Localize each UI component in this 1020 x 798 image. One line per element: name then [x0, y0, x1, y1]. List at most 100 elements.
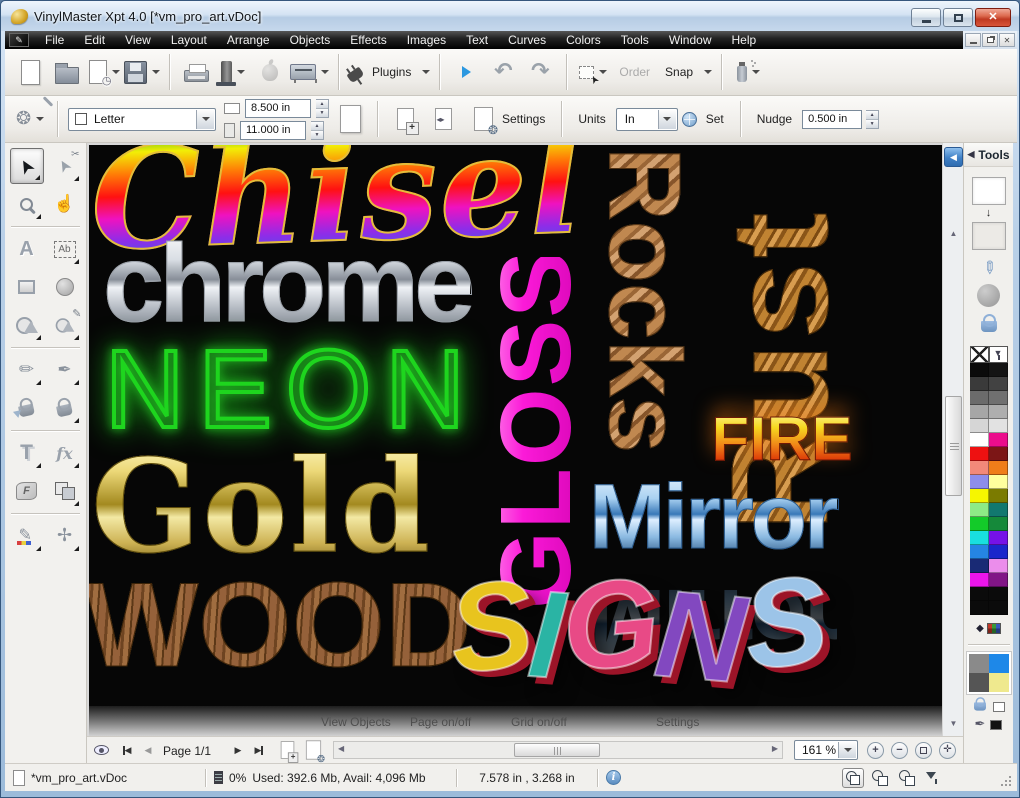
palette-swatch-0-0[interactable] [970, 363, 989, 377]
scroll-down-icon[interactable]: ▼ [943, 719, 964, 728]
palette-swatch-4-1[interactable] [989, 419, 1008, 433]
palette-swatch-1-0[interactable] [970, 377, 989, 391]
import-button[interactable] [87, 51, 121, 93]
pan-view-button[interactable]: ✛ [939, 740, 956, 760]
menu-objects[interactable]: Objects [280, 31, 341, 49]
vertical-scrollbar[interactable]: ◀ ▲ ▼ [942, 143, 963, 736]
weld-tool-button[interactable] [48, 473, 82, 509]
palette-swatch-15-1[interactable] [989, 573, 1008, 587]
page-options-button[interactable] [301, 740, 325, 760]
window-minimize-button[interactable] [911, 8, 941, 27]
fill-bucket-icon[interactable] [981, 321, 997, 332]
menu-help[interactable]: Help [722, 31, 767, 49]
view-mode-wireframe-button[interactable] [842, 768, 864, 788]
scroll-left-icon[interactable]: ◀ [338, 744, 344, 753]
airbrush-button[interactable] [731, 51, 765, 93]
menu-arrange[interactable]: Arrange [217, 31, 280, 49]
text-effects-tool-button[interactable]: T [10, 435, 44, 471]
palette-swatch-4-0[interactable] [970, 419, 989, 433]
resize-grip[interactable] [1000, 775, 1011, 786]
document-close-button[interactable]: ✕ [999, 33, 1015, 47]
plotter-button[interactable] [290, 51, 329, 93]
palette-swatch-14-1[interactable] [989, 559, 1008, 573]
nudge-stepper[interactable]: ▲▼ [866, 110, 879, 129]
palette-swatch-0-1[interactable] [989, 363, 1008, 377]
document-minimize-button[interactable] [965, 33, 981, 47]
palette-swatch-2-1[interactable] [989, 391, 1008, 405]
view-mode-outline-button[interactable] [869, 768, 891, 788]
stylize-tool-button[interactable] [10, 518, 44, 554]
units-dropdown-button[interactable] [658, 110, 676, 129]
effects-tool-button[interactable]: fx [48, 435, 82, 471]
palette-swatch-10-1[interactable] [989, 503, 1008, 517]
art-gold[interactable]: Gold [91, 443, 432, 571]
palette-selector[interactable]: ◆ [976, 623, 1001, 634]
stroke-indicator-icon[interactable]: ✒ [975, 718, 986, 731]
menu-images[interactable]: Images [397, 31, 456, 49]
cut-vinyl-button[interactable] [216, 51, 250, 93]
menu-layout[interactable]: Layout [161, 31, 217, 49]
pan-tool-button[interactable]: ☝ [48, 186, 82, 222]
shapes-tool-button[interactable] [10, 307, 44, 343]
palette-swatch-7-1[interactable] [989, 461, 1008, 475]
ellipse-tool-button[interactable] [48, 269, 82, 305]
art-neon[interactable]: NEON [105, 335, 479, 445]
design-canvas[interactable]: Chisel chrome NEON Gold WOOD Rocks Rust … [87, 143, 942, 736]
zoom-out-button[interactable]: − [891, 740, 908, 760]
pen-tool-button[interactable]: ✒ [48, 352, 82, 388]
add-page-button[interactable] [388, 98, 422, 140]
art-rocks[interactable]: Rocks [583, 147, 701, 484]
save-button[interactable] [124, 51, 160, 93]
page-setup-button[interactable]: ❂ [13, 98, 47, 140]
palette-swatch-11-0[interactable] [970, 517, 989, 531]
zoom-level-select[interactable]: 161 % [794, 740, 858, 760]
previous-page-button[interactable]: ◀ [139, 740, 157, 760]
palette-swatch-5-0[interactable] [970, 433, 989, 447]
menu-text[interactable]: Text [456, 31, 498, 49]
palette-swatch-17-0[interactable] [970, 601, 989, 615]
last-page-button[interactable]: ▶ [249, 740, 269, 760]
preview-swatch[interactable] [989, 673, 1009, 692]
vertical-scroll-thumb[interactable] [945, 396, 962, 496]
fill-pour-tool-button[interactable] [10, 390, 44, 426]
quick-page-on-off[interactable]: Page on/off [410, 715, 471, 729]
palette-swatch-3-1[interactable] [989, 405, 1008, 419]
nudge-input[interactable]: 0.500 in [802, 110, 862, 129]
palette-swatch-10-0[interactable] [970, 503, 989, 517]
units-select[interactable]: In [616, 108, 678, 131]
stroke-color-swatch[interactable] [972, 177, 1006, 205]
horizontal-scroll-thumb[interactable] [514, 743, 600, 757]
art-fire[interactable]: FIRE [699, 409, 865, 471]
palette-swatch-1-1[interactable] [989, 377, 1008, 391]
scroll-right-icon[interactable]: ▶ [772, 744, 778, 753]
page-width-stepper[interactable]: ▲▼ [316, 99, 329, 118]
palette-swatch-16-0[interactable] [970, 587, 989, 601]
page-navigate-button[interactable] [426, 98, 460, 140]
menu-window[interactable]: Window [659, 31, 722, 49]
distort-tool-button[interactable]: F [10, 473, 44, 509]
art-mirror[interactable]: Mirror [589, 471, 837, 563]
page-size-dropdown-button[interactable] [196, 110, 214, 129]
no-color-swatch[interactable] [970, 346, 989, 363]
first-page-button[interactable]: ◀ [117, 740, 137, 760]
selection-options-button[interactable] [576, 51, 610, 93]
collapse-panel-button[interactable]: ◀ [944, 147, 963, 167]
fill-color-swatch[interactable] [972, 222, 1006, 250]
palette-swatch-11-1[interactable] [989, 517, 1008, 531]
snap-button[interactable]: Snap [659, 51, 712, 93]
preview-swatch[interactable] [969, 654, 989, 673]
preview-swatch[interactable] [969, 673, 989, 692]
page-height-input[interactable]: 11.000 in [240, 121, 306, 140]
document-menu-icon[interactable]: ✎ [9, 33, 29, 47]
edit-shapes-tool-button[interactable]: ✎ [48, 307, 82, 343]
page-height-stepper[interactable]: ▲▼ [311, 121, 324, 140]
palette-swatch-9-1[interactable] [989, 489, 1008, 503]
color-wheel-icon[interactable] [977, 284, 1000, 307]
open-document-button[interactable] [50, 51, 84, 93]
palette-swatch-5-1[interactable] [989, 433, 1008, 447]
apple-export-button[interactable] [253, 51, 287, 93]
quick-view-objects[interactable]: View Objects [321, 715, 391, 729]
gradient-fill-swatch[interactable] [989, 346, 1008, 363]
palette-swatch-6-1[interactable] [989, 447, 1008, 461]
play-button[interactable] [449, 51, 483, 93]
